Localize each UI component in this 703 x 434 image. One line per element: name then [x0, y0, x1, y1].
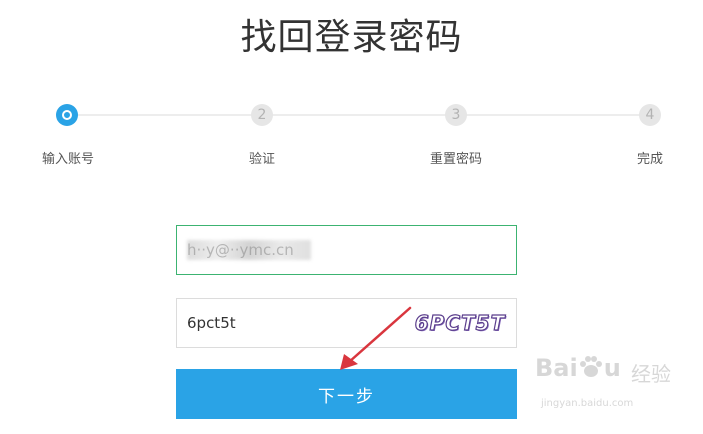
progress-line	[67, 114, 650, 116]
step-1-indicator	[56, 104, 78, 126]
step-2-indicator: 2	[251, 104, 273, 126]
watermark-url: jingyan.baidu.com	[541, 398, 634, 409]
watermark-sub: 经验	[631, 362, 671, 386]
step-2-label: 验证	[248, 152, 275, 167]
step-3-label: 重置密码	[429, 152, 482, 167]
step-4-label: 完成	[636, 152, 663, 167]
baidu-jingyan-watermark: Bai u 经验 jingyan.baidu.com	[535, 354, 695, 420]
captcha-input[interactable]: 6pct5t 6PCT5T	[176, 298, 517, 348]
step-3-indicator: 3	[445, 104, 467, 126]
captcha-input-value: 6pct5t	[187, 314, 236, 332]
captcha-image[interactable]: 6PCT5T	[412, 307, 508, 339]
step-1-label: 输入账号	[41, 152, 94, 167]
step-4-indicator: 4	[639, 104, 661, 126]
paw-icon	[579, 356, 602, 377]
watermark-logo: Bai u	[535, 354, 621, 382]
step-current-dot-icon	[62, 110, 72, 120]
account-input[interactable]: h··y@··ymc.cn	[176, 225, 517, 275]
account-input-value: h··y@··ymc.cn	[187, 241, 294, 259]
page-title: 找回登录密码	[240, 17, 463, 58]
next-step-button[interactable]: 下一步	[176, 369, 517, 419]
